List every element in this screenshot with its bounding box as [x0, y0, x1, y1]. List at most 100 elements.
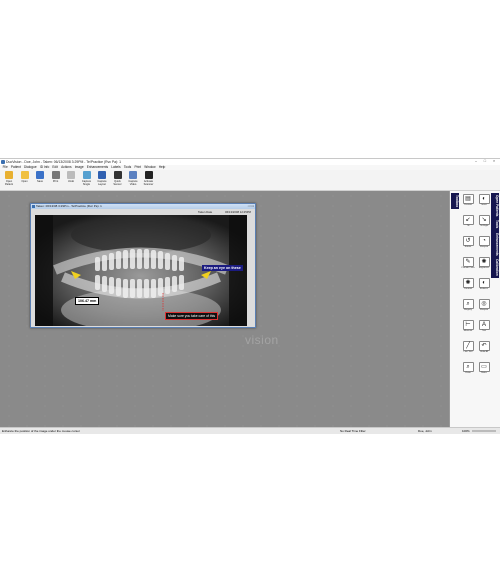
- watermark: vision: [245, 333, 279, 347]
- tool-button[interactable]: ⌕ Magnify: [460, 298, 476, 313]
- image-icon: [32, 205, 35, 208]
- toolbar-button[interactable]: Capture Layout: [95, 171, 109, 189]
- tool-icon: ⌕: [462, 299, 474, 309]
- app-icon: [1, 160, 5, 164]
- toolbar-button[interactable]: Undo: [64, 171, 78, 189]
- tool-button[interactable]: ⌕ Zoom: [460, 361, 476, 376]
- tool-button[interactable]: ◐ Invert: [476, 193, 492, 208]
- toolbar-button[interactable]: Capture Video: [126, 171, 140, 189]
- tool-label: Magnify: [464, 309, 472, 311]
- status-patient: Doe, John: [418, 429, 432, 433]
- tool-button[interactable]: A Text: [476, 319, 492, 334]
- maximize-button[interactable]: □: [481, 159, 489, 164]
- toolbar-button[interactable]: Print: [49, 171, 63, 189]
- save-icon: [36, 171, 44, 179]
- open-folder-icon: [5, 171, 13, 179]
- toolbox-tab[interactable]: Tools: [491, 218, 499, 230]
- toolbox-tab[interactable]: Toolbox: [451, 193, 459, 209]
- tool-button[interactable]: ◎ Sharpen: [476, 298, 492, 313]
- tool-button[interactable]: ╱ Line Tool: [460, 340, 476, 355]
- tool-label: Sharpen: [479, 246, 489, 248]
- toolbar-button[interactable]: Save: [33, 171, 47, 189]
- layout-icon: [98, 171, 106, 179]
- video-icon: [129, 171, 137, 179]
- tool-label: Preview: [464, 204, 472, 206]
- tool-button[interactable]: ◔ Sharpen: [476, 235, 492, 250]
- toolbar-button-label: Open Patient: [4, 180, 14, 186]
- tool-label: Emboss: [480, 288, 488, 290]
- tool-icon: ✺: [462, 278, 474, 288]
- annotation-care-label[interactable]: Make sure you take care of this: [165, 312, 219, 320]
- tool-icon: ↘: [478, 215, 490, 225]
- scanner-icon: [144, 171, 153, 179]
- window-controls: – □ ×: [472, 159, 498, 164]
- tool-button[interactable]: ▭ Notes: [476, 361, 492, 376]
- tool-button[interactable]: ↺ Rotate: [460, 235, 476, 250]
- toolbox-tab[interactable]: Calibration: [491, 257, 499, 278]
- tool-button[interactable]: ⊢ Measure: [460, 319, 476, 334]
- tool-button[interactable]: ✺ Brightness: [476, 256, 492, 271]
- tool-button[interactable]: ↙ Tilt: [460, 214, 476, 229]
- image-info-bar: Taken Date 06/13/2008 12:25PM: [33, 210, 253, 214]
- tool-label: Rotate: [464, 246, 472, 248]
- tool-icon: ╱: [462, 341, 474, 351]
- tool-button[interactable]: ✺ Contrast: [460, 277, 476, 292]
- image-window[interactable]: Taken: 06/13/08 3:29Pm - Te/Practice (Rv…: [30, 203, 256, 328]
- tool-icon: A: [478, 320, 490, 330]
- minimize-button[interactable]: –: [472, 159, 480, 164]
- toolbar-button[interactable]: Capture Single: [80, 171, 94, 189]
- toolbar-button[interactable]: Activate Scanner: [142, 171, 156, 189]
- image-window-titlebar[interactable]: Taken: 06/13/08 3:29Pm - Te/Practice (Rv…: [31, 204, 255, 209]
- tool-label: Contrast: [463, 288, 473, 290]
- tool-label: Tilt: [466, 225, 470, 227]
- image-window-title: Taken: 06/13/08 3:29Pm - Te/Practice (Rv…: [36, 204, 102, 208]
- tool-icon: ↶: [478, 341, 490, 351]
- annotation-keep-label[interactable]: Keep an eye on these: [202, 265, 243, 271]
- tool-label: Tilt Right: [479, 225, 489, 227]
- tool-label: Sharpen: [479, 309, 489, 311]
- main-toolbar: Open Patient Open Save Print Undo Capture Sin…: [0, 170, 500, 191]
- tool-label: Brightness: [478, 267, 490, 269]
- toolbar-button[interactable]: Open: [18, 171, 32, 189]
- undo-icon: [67, 171, 75, 179]
- status-message: Enhance the position of the image under …: [2, 429, 80, 433]
- toolbar-button-label: Undo: [67, 180, 75, 183]
- tool-icon: ◐: [478, 194, 490, 204]
- tool-icon: ◔: [478, 236, 490, 246]
- measurement-label[interactable]: 106.47 mm: [75, 297, 100, 305]
- tool-icon: ↙: [462, 215, 474, 225]
- image-info-mid: Taken Date: [198, 210, 213, 214]
- image-window-controls[interactable]: ▫ □ ×: [248, 204, 254, 209]
- window-title: DuoVision - Doe, John - Taken: 06/13/200…: [6, 159, 121, 164]
- print-icon: [51, 171, 60, 179]
- status-zoom: 100%: [462, 429, 470, 433]
- image-info-date: 06/13/2008 12:25PM: [225, 210, 251, 214]
- toolbox-side-tabs: Open Patients Tools Enhancements Calibratio…: [491, 193, 499, 279]
- close-button[interactable]: ×: [490, 159, 498, 164]
- toolbar-button[interactable]: Quick Sensor: [111, 171, 125, 189]
- toolbar-button[interactable]: Open Patient: [2, 171, 16, 189]
- tool-icon: ◎: [478, 299, 490, 309]
- app-window: DuoVision - Doe, John - Taken: 06/13/200…: [0, 158, 500, 434]
- camera-icon: [82, 171, 91, 179]
- toolbox-tabs: Toolbox: [451, 193, 459, 210]
- toolbox-panel: Toolbox Open Patients Tools Enhancements Ca…: [449, 191, 500, 427]
- toolbox-tab[interactable]: Enhancements: [491, 231, 499, 258]
- status-bar: Enhance the position of the image under …: [0, 427, 500, 434]
- tool-icon: ◐: [478, 278, 490, 288]
- tool-button[interactable]: ▤ Preview: [460, 193, 476, 208]
- toolbar-button-label: Activate Scanner: [143, 180, 154, 186]
- tool-icon: ↺: [462, 236, 474, 246]
- tool-label: Notes: [481, 372, 487, 374]
- panoramic-xray-image[interactable]: Keep an eye on these 106.47 mm Make sure…: [35, 215, 247, 326]
- tool-button[interactable]: ↶ Undo All: [476, 340, 492, 355]
- zoom-slider[interactable]: [472, 430, 496, 432]
- tool-button[interactable]: ◐ Emboss: [476, 277, 492, 292]
- tool-icon: ⊢: [462, 320, 474, 330]
- toolbar-button-label: Capture Layout: [97, 180, 107, 186]
- toolbox-tab[interactable]: Open Patients: [491, 193, 499, 218]
- tool-label: Invert: [481, 204, 487, 206]
- tool-button[interactable]: ↘ Tilt Right: [476, 214, 492, 229]
- tool-button[interactable]: ✎ Pseudo Color: [460, 256, 476, 271]
- tool-icon: ▭: [478, 362, 490, 372]
